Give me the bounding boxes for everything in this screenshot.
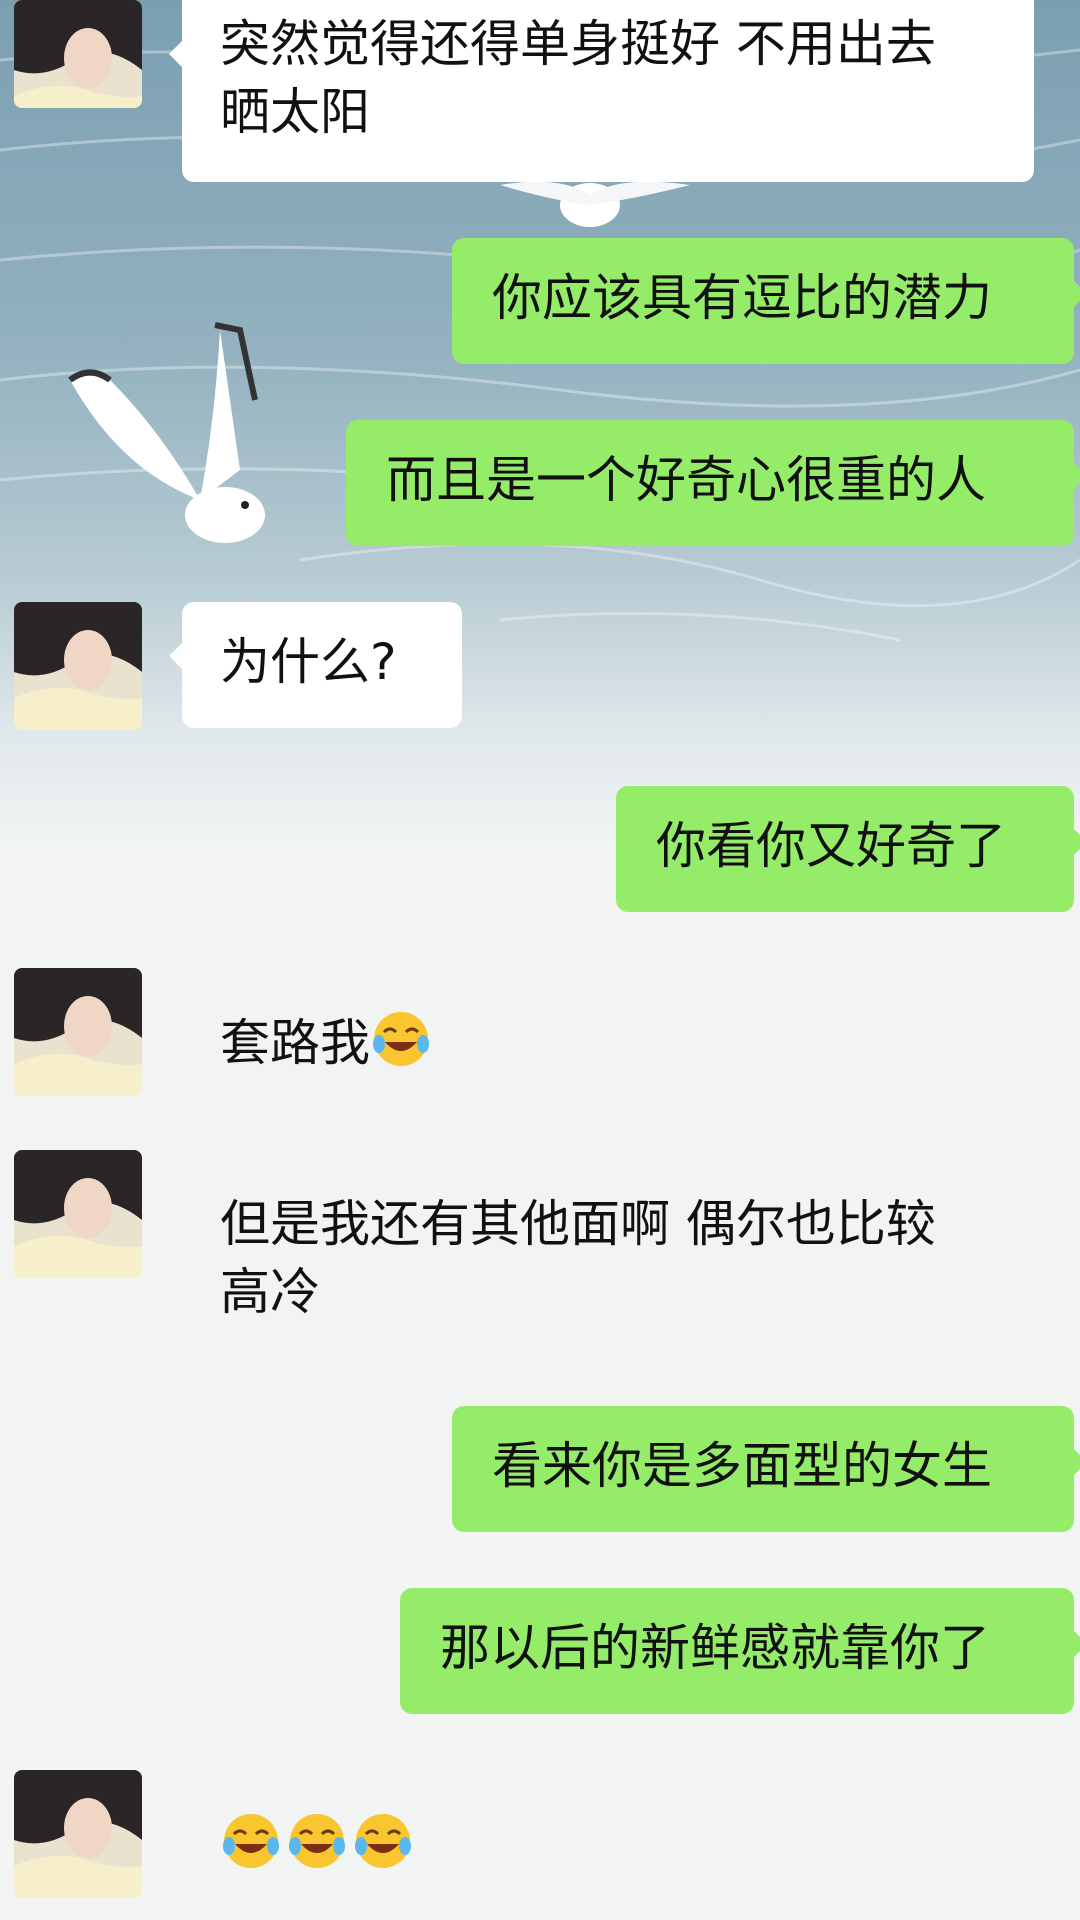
incoming-emoji-message[interactable] xyxy=(182,1796,456,1892)
outgoing-message[interactable]: 你应该具有逗比的潜力 xyxy=(452,238,1080,364)
tears-of-joy-emoji-icon xyxy=(352,1810,414,1872)
tears-of-joy-emoji-icon xyxy=(220,1810,282,1872)
tears-of-joy-emoji-icon xyxy=(286,1810,348,1872)
contact-avatar-icon[interactable] xyxy=(14,0,142,108)
outgoing-message[interactable]: 那以后的新鲜感就靠你了 xyxy=(400,1588,1080,1714)
incoming-message[interactable]: 突然觉得还得单身挺好 不用出去 晒太阳 xyxy=(169,0,1034,182)
incoming-message[interactable]: 为什么? xyxy=(169,602,462,728)
contact-avatar-icon[interactable] xyxy=(14,1150,142,1278)
message-text: 套路我 xyxy=(220,1014,370,1072)
outgoing-message[interactable]: 看来你是多面型的女生 xyxy=(452,1406,1080,1532)
contact-avatar-icon[interactable] xyxy=(14,968,142,1096)
contact-avatar-icon[interactable] xyxy=(14,1770,142,1898)
incoming-message[interactable]: 套路我 xyxy=(182,994,474,1090)
tears-of-joy-emoji-icon xyxy=(370,1008,432,1070)
outgoing-message[interactable]: 你看你又好奇了 xyxy=(616,786,1080,912)
contact-avatar-icon[interactable] xyxy=(14,602,142,730)
incoming-message[interactable]: 但是我还有其他面啊 偶尔也比较 高冷 xyxy=(182,1176,974,1340)
outgoing-message[interactable]: 而且是一个好奇心很重的人 xyxy=(346,420,1080,546)
